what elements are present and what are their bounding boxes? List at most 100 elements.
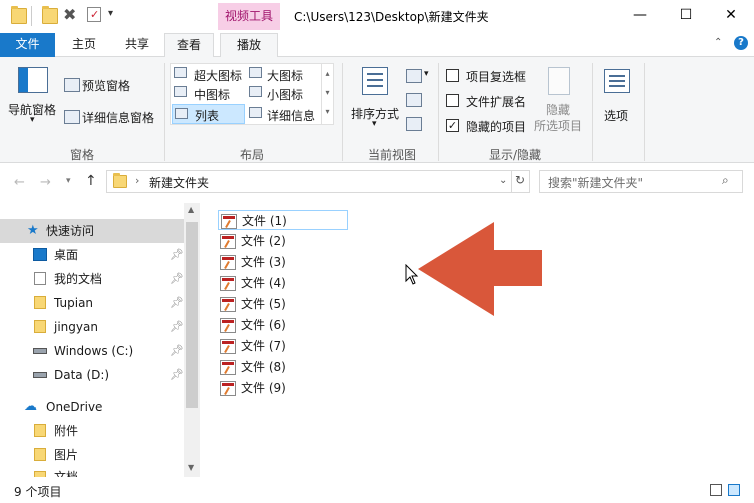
- forward-icon[interactable]: →: [40, 175, 51, 190]
- scroll-up-icon[interactable]: ▲: [188, 205, 194, 214]
- divider: [644, 63, 645, 161]
- breadcrumb-chevron-icon[interactable]: ›: [135, 174, 139, 187]
- sort-by-button[interactable]: 排序方式 ▾: [348, 63, 402, 138]
- chevron-down-icon[interactable]: ▾: [424, 69, 429, 79]
- delete-icon[interactable]: ✖: [63, 5, 76, 24]
- nav-item-tupian[interactable]: Tupian 📌︎: [0, 291, 184, 315]
- layout-list-label: 列表: [195, 109, 220, 123]
- list-item[interactable]: 文件 (9): [218, 378, 348, 398]
- search-input[interactable]: 搜索"新建文件夹": [548, 174, 643, 191]
- recent-locations-icon[interactable]: ▾: [66, 176, 71, 186]
- nav-item-jingyan[interactable]: jingyan 📌︎: [0, 315, 184, 339]
- list-item[interactable]: 文件 (5): [218, 294, 348, 314]
- list-item[interactable]: 文件 (2): [218, 231, 348, 251]
- nav-item-docs[interactable]: 文档: [0, 465, 184, 477]
- new-file-icon[interactable]: ✓: [87, 7, 101, 22]
- breadcrumb-current[interactable]: 新建文件夹: [149, 174, 209, 191]
- options-button[interactable]: 选项: [598, 63, 638, 138]
- small-icons-icon: [249, 86, 262, 97]
- nav-scroll-thumb[interactable]: [186, 222, 198, 408]
- nav-quick-access[interactable]: ★ 快速访问: [0, 219, 184, 243]
- nav-item-label: 文档: [54, 470, 79, 477]
- options-label: 选项: [604, 109, 629, 123]
- hidden-items-checkbox-checked[interactable]: ✓: [446, 119, 459, 132]
- nav-item-windows-c[interactable]: Windows (C:) 📌︎: [0, 339, 184, 363]
- large-icons-view-icon[interactable]: [728, 484, 740, 496]
- group-label-current-view: 当前视图: [367, 148, 416, 162]
- pin-icon: 📌︎: [170, 248, 184, 261]
- nav-item-documents[interactable]: 我的文档 📌︎: [0, 267, 184, 291]
- details-pane-button[interactable]: 详细信息窗格: [62, 107, 162, 127]
- tab-file[interactable]: 文件: [0, 33, 55, 57]
- layout-list[interactable]: 列表: [172, 104, 245, 124]
- nav-item-attachments[interactable]: 附件: [0, 419, 184, 443]
- up-icon[interactable]: ↑: [85, 173, 97, 189]
- list-item[interactable]: 文件 (6): [218, 315, 348, 335]
- list-item[interactable]: 文件 (1): [218, 210, 348, 230]
- layout-medium-icons[interactable]: 中图标: [172, 84, 244, 102]
- nav-onedrive[interactable]: ☁ OneDrive: [0, 395, 184, 419]
- title-bar: ✖ ✓ ▾ 视频工具 C:\Users\123\Desktop\新建文件夹 — …: [0, 0, 754, 33]
- nav-item-label: Tupian: [54, 296, 94, 310]
- folder-icon: [11, 6, 27, 24]
- layout-details[interactable]: 详细信息: [247, 104, 319, 123]
- maximize-button[interactable]: ☐: [663, 0, 709, 30]
- nav-pane-button[interactable]: 导航窗格 ▾: [6, 63, 60, 138]
- nav-item-label: Windows (C:): [54, 344, 134, 358]
- refresh-icon[interactable]: ↻: [515, 173, 525, 187]
- list-item[interactable]: 文件 (8): [218, 357, 348, 377]
- tab-play[interactable]: 播放: [220, 33, 278, 58]
- help-icon[interactable]: ?: [734, 36, 748, 50]
- layout-large-icons[interactable]: 大图标: [247, 65, 319, 83]
- back-icon[interactable]: ←: [14, 175, 25, 190]
- file-name: 文件 (9): [241, 381, 286, 395]
- divider: [164, 63, 165, 161]
- layout-small-icons[interactable]: 小图标: [247, 84, 319, 102]
- list-item[interactable]: 文件 (3): [218, 252, 348, 272]
- scroll-down-icon[interactable]: ▼: [188, 463, 194, 472]
- video-file-icon: [220, 318, 236, 333]
- file-name: 文件 (4): [241, 276, 286, 290]
- search-icon[interactable]: ⌕: [722, 173, 729, 188]
- preview-pane-button[interactable]: 预览窗格: [62, 75, 142, 95]
- customize-quick-access-icon[interactable]: ▾: [108, 8, 113, 19]
- file-extensions-toggle[interactable]: 文件扩展名: [446, 92, 530, 110]
- file-extensions-label: 文件扩展名: [466, 95, 527, 109]
- list-item[interactable]: 文件 (4): [218, 273, 348, 293]
- properties-folder-icon[interactable]: [42, 6, 58, 24]
- list-item[interactable]: 文件 (7): [218, 336, 348, 356]
- nav-item-label: 附件: [54, 424, 79, 438]
- file-extensions-checkbox[interactable]: [446, 94, 459, 107]
- nav-item-pictures[interactable]: 图片: [0, 443, 184, 467]
- collapse-ribbon-icon[interactable]: ⌃: [714, 37, 722, 48]
- layout-large-icons-label: 大图标: [267, 69, 304, 83]
- add-columns-icon[interactable]: [406, 93, 422, 107]
- search-box[interactable]: 搜索"新建文件夹" ⌕: [539, 170, 743, 193]
- hide-selected-icon: [548, 67, 570, 95]
- layout-medium-icons-label: 中图标: [194, 88, 231, 102]
- file-name: 文件 (2): [241, 234, 286, 248]
- hidden-items-toggle[interactable]: ✓ 隐藏的项目: [446, 117, 530, 135]
- tab-home[interactable]: 主页: [57, 33, 111, 57]
- group-by-icon[interactable]: [406, 69, 422, 83]
- layout-scroll[interactable]: ▴ ▾ ▾: [321, 64, 333, 124]
- item-checkboxes-checkbox[interactable]: [446, 69, 459, 82]
- nav-item-label: 桌面: [54, 248, 79, 262]
- nav-item-label: 图片: [54, 448, 79, 462]
- address-dropdown-icon[interactable]: ⌄: [499, 175, 507, 186]
- address-bar[interactable]: › 新建文件夹 ⌄ ↻: [106, 170, 530, 193]
- tab-view[interactable]: 查看: [164, 33, 214, 58]
- hide-selected-button[interactable]: 隐藏 所选项目: [532, 63, 588, 138]
- size-columns-icon[interactable]: [406, 117, 422, 131]
- close-button[interactable]: ✕: [708, 0, 754, 30]
- layout-small-icons-label: 小图标: [267, 88, 304, 102]
- medium-icons-icon: [174, 86, 187, 97]
- details-view-icon[interactable]: [710, 484, 722, 496]
- tab-share[interactable]: 共享: [111, 33, 163, 57]
- layout-xl-icons[interactable]: 超大图标: [172, 65, 244, 83]
- nav-item-data-d[interactable]: Data (D:) 📌︎: [0, 363, 184, 387]
- item-checkboxes-toggle[interactable]: 项目复选框: [446, 67, 530, 85]
- minimize-button[interactable]: —: [617, 0, 663, 30]
- nav-item-desktop[interactable]: 桌面 📌︎: [0, 243, 184, 267]
- nav-item-label: 我的文档: [54, 272, 103, 286]
